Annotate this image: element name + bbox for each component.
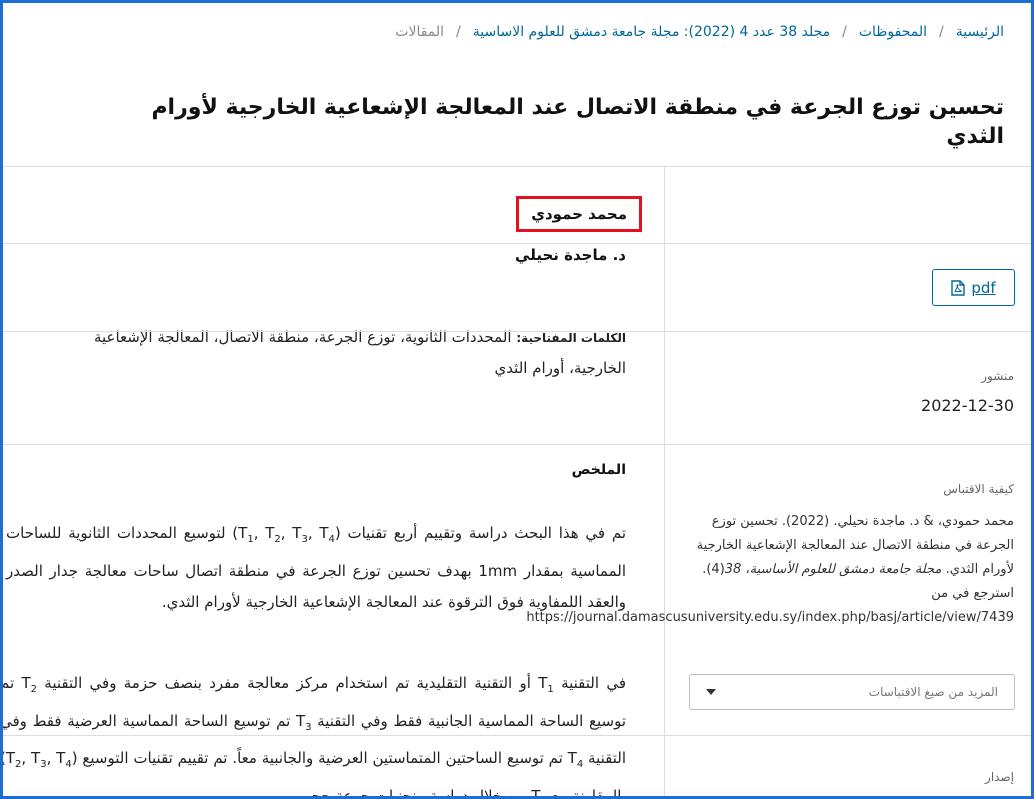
author-name: د. ماجدة نحيلي	[515, 246, 626, 264]
issue-label: إصدار	[985, 770, 1014, 784]
abstract-paragraph-2: في التقنية T1 أو التقنية التقليدية تم اس…	[0, 674, 627, 799]
author-highlight-box: محمد حمودي	[516, 196, 642, 232]
abstract-heading: الملخص	[571, 462, 626, 478]
pdf-download-button[interactable]: pdf	[932, 269, 1015, 306]
citation-volume: 38	[724, 562, 742, 577]
file-pdf-icon	[951, 279, 966, 296]
citation-journal: مجلة جامعة دمشق للعلوم الأساسية	[749, 562, 942, 577]
abstract-paragraph-1: تم في هذا البحث دراسة وتقييم أربع تقنيات…	[6, 524, 626, 611]
keywords-label: الكلمات المفتاحية:	[516, 331, 626, 345]
breadcrumb-separator: /	[842, 24, 847, 40]
citation-format-select[interactable]: المزيد من صيغ الاقتباسات	[689, 674, 1015, 710]
breadcrumb-current: المقالات	[395, 24, 445, 40]
citation-format-placeholder: المزيد من صيغ الاقتباسات	[868, 685, 998, 699]
published-date: 2022-12-30	[921, 396, 1014, 415]
breadcrumb: الرئيسية / المحفوظات / مجلد 38 عدد 4 (20…	[395, 24, 1004, 40]
article-title: تحسين توزع الجرعة في منطقة الاتصال عند ا…	[151, 95, 1004, 149]
sidebar-divider	[0, 444, 1034, 445]
breadcrumb-issue-link[interactable]: مجلد 38 عدد 4 (2022): مجلة جامعة دمشق لل…	[473, 24, 830, 40]
sidebar-divider	[0, 735, 1034, 736]
breadcrumb-separator: /	[939, 24, 944, 40]
citation-text: محمد حمودي، & د. ماجدة نحيلي. (2022). تح…	[526, 514, 1014, 625]
citation-url[interactable]: https://journal.damascusuniversity.edu.s…	[526, 610, 1014, 625]
citation-label: كيفية الاقتباس	[943, 482, 1014, 496]
title-divider	[0, 166, 1034, 167]
breadcrumb-separator: /	[456, 24, 461, 40]
pdf-label: pdf	[971, 278, 996, 297]
published-label: منشور	[981, 369, 1014, 383]
author-name: محمد حمودي	[531, 205, 627, 223]
breadcrumb-home-link[interactable]: الرئيسية	[956, 24, 1004, 40]
column-divider	[664, 167, 665, 799]
breadcrumb-archives-link[interactable]: المحفوظات	[859, 24, 927, 40]
sidebar-divider	[0, 243, 1034, 244]
sidebar-divider	[0, 331, 1034, 332]
chevron-down-icon	[706, 689, 716, 695]
